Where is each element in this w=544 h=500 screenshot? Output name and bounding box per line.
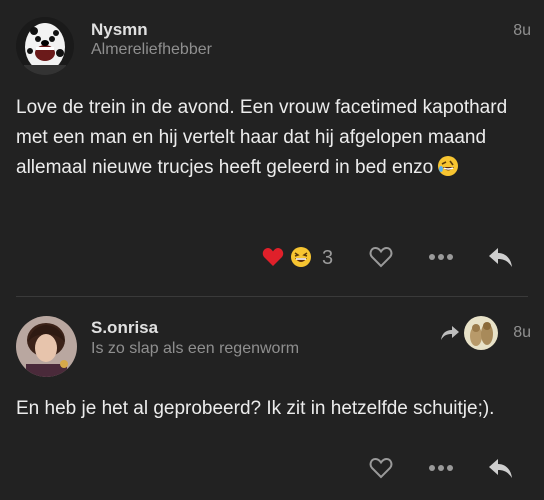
reaction-count[interactable]: 3 [322,247,333,270]
reply-icon[interactable] [487,456,515,480]
username[interactable]: S.onrisa [91,318,158,338]
username[interactable]: Nysmn [91,20,148,40]
avatar-sonrisa[interactable] [16,316,77,377]
post-time[interactable]: 8u [513,22,531,40]
more-ellipsis-icon[interactable] [427,250,455,264]
more-ellipsis-icon[interactable] [427,461,455,475]
post-body-text: Love de trein in de avond. Een vrouw fac… [16,97,508,178]
post-2: S.onrisa Is zo slap als een regenworm 8u… [0,297,544,500]
heart-reaction-emoji[interactable] [262,246,284,268]
share-arrow-icon[interactable] [439,324,461,342]
user-title: Is zo slap als een regenworm [91,340,300,357]
user-title: Almereliefhebber [91,41,212,58]
post-body: Love de trein in de avond. Een vrouw fac… [16,93,536,187]
rolling-laughing-emoji-icon [437,155,459,187]
post-1: Nysmn Almereliefhebber 8u Love de trein … [0,0,544,296]
like-heart-icon[interactable] [368,456,394,480]
post-time[interactable]: 8u [513,324,531,342]
post-body: En heb je het al geprobeerd? Ik zit in h… [16,398,495,419]
reply-icon[interactable] [487,245,515,269]
like-heart-icon[interactable] [368,245,394,269]
reply-to-avatar[interactable] [464,316,498,350]
avatar-nysmn[interactable] [16,17,74,75]
grinning-squint-emoji[interactable] [290,246,312,268]
